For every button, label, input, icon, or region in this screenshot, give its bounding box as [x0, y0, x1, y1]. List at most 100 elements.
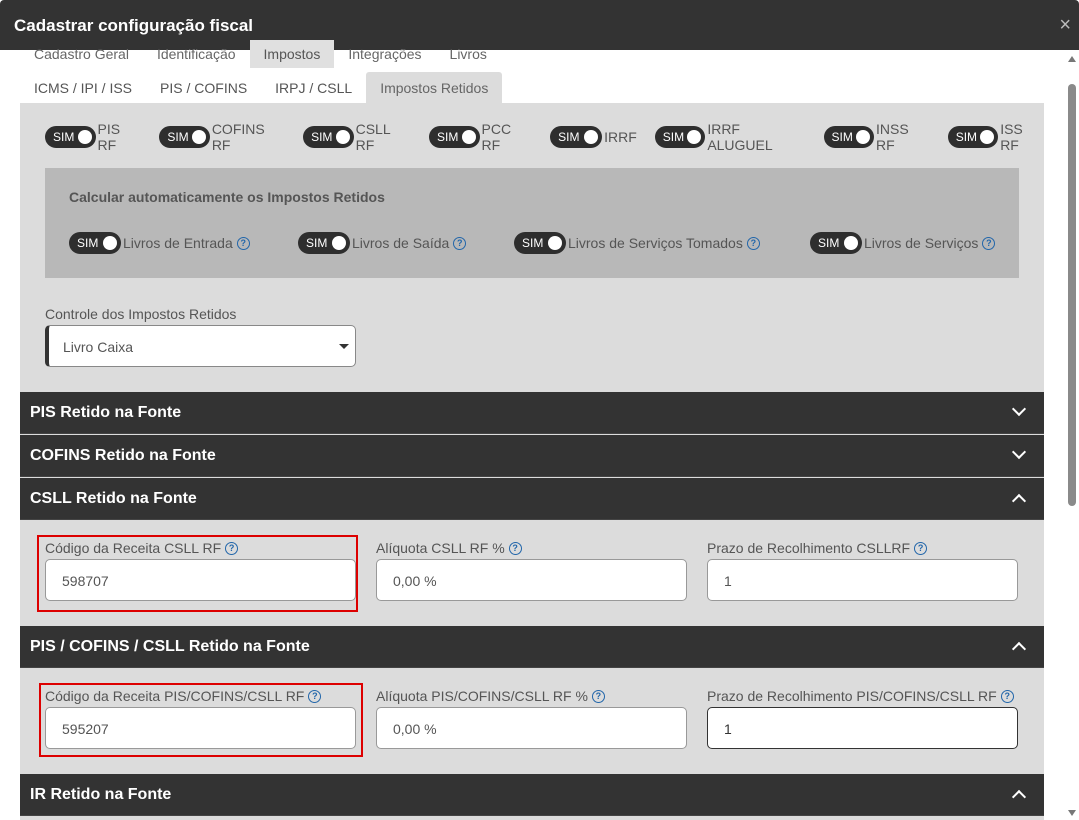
tab-irpj-csll[interactable]: IRPJ / CSLL: [261, 72, 366, 104]
section-pcc-retido[interactable]: PIS / COFINS / CSLL Retido na Fonte: [20, 626, 1044, 668]
toggle-switch[interactable]: SIM: [298, 232, 350, 254]
pcc-aliquota-input[interactable]: 0,00 %: [376, 707, 687, 749]
input-value: 598707: [62, 573, 109, 589]
field-label-text: Prazo de Recolhimento PIS/COFINS/CSLL RF: [707, 688, 997, 704]
toggle-knob: [584, 130, 599, 144]
section-ir-retido[interactable]: IR Retido na Fonte: [20, 774, 1044, 816]
toggle-switch[interactable]: SIM: [654, 126, 706, 148]
pcc-prazo-label: Prazo de Recolhimento PIS/COFINS/CSLL RF…: [707, 688, 1014, 704]
auto-calc-box: Calcular automaticamente os Impostos Ret…: [45, 168, 1019, 278]
toggle-knob: [103, 236, 117, 250]
modal-dialog: Cadastrar configuração fiscal × Cadastro…: [0, 0, 1079, 820]
toggle-label: Livros de Serviços: [864, 235, 979, 251]
toggle-iss-rf[interactable]: SIM ISS RF: [947, 121, 1044, 153]
impostos-retidos-panel: SIM PIS RF SIM COFINS RF SIM CSLL RF SIM…: [20, 103, 1044, 820]
csll-aliquota-input[interactable]: 0,00 %: [376, 559, 687, 601]
help-icon[interactable]: ?: [308, 689, 322, 703]
toggle-irrf-aluguel[interactable]: SIM IRRF ALUGUEL: [654, 121, 806, 153]
toggle-state: SIM: [77, 236, 99, 250]
toggle-state: SIM: [522, 236, 544, 250]
scroll-up-icon[interactable]: [1068, 56, 1076, 62]
toggle-switch[interactable]: SIM: [45, 126, 96, 148]
tab-pis-cofins[interactable]: PIS / COFINS: [146, 72, 261, 104]
window-title: Cadastrar configuração fiscal: [14, 16, 254, 35]
toggle-inss-rf[interactable]: SIM INSS RF: [823, 121, 930, 153]
auto-calc-header: Calcular automaticamente os Impostos Ret…: [69, 189, 385, 205]
toggle-switch[interactable]: SIM: [550, 126, 603, 148]
toggle-label: IRRF ALUGUEL: [707, 121, 773, 153]
tab-identificacao[interactable]: Identificação: [143, 40, 250, 68]
toggle-livros-saida[interactable]: SIM Livros de Saída ?: [298, 232, 467, 254]
scroll-down-icon[interactable]: [1068, 810, 1076, 816]
toggle-switch[interactable]: SIM: [429, 126, 480, 148]
scroll-thumb[interactable]: [1068, 84, 1076, 506]
toggle-state: SIM: [662, 130, 685, 144]
tab-cadastro-geral[interactable]: Cadastro Geral: [20, 40, 143, 68]
field-label-text: Alíquota PIS/COFINS/CSLL RF %: [376, 688, 588, 704]
csll-codigo-label: Código da Receita CSLL RF?: [45, 540, 239, 556]
section-cofins-retido[interactable]: COFINS Retido na Fonte: [20, 435, 1044, 477]
controle-label: Controle dos Impostos Retidos: [45, 306, 237, 322]
help-icon[interactable]: ?: [1000, 689, 1014, 703]
pcc-codigo-input[interactable]: 595207: [45, 707, 356, 749]
toggle-cofins-rf[interactable]: SIM COFINS RF: [159, 121, 285, 153]
tab-impostos[interactable]: Impostos: [249, 40, 335, 68]
field-label-text: Alíquota CSLL RF %: [376, 540, 505, 556]
toggle-knob: [335, 130, 350, 144]
toggle-livros-entrada[interactable]: SIM Livros de Entrada ?: [69, 232, 250, 254]
toggle-csll-rf[interactable]: SIM CSLL RF: [303, 121, 411, 153]
chevron-up-icon: [1011, 789, 1027, 805]
toggle-knob: [844, 236, 858, 250]
tab-impostos-retidos[interactable]: Impostos Retidos: [366, 72, 503, 104]
section-csll-retido[interactable]: CSLL Retido na Fonte: [20, 478, 1044, 520]
toggle-knob: [548, 236, 562, 250]
toggle-label: IRRF: [604, 129, 637, 145]
toggle-irrf[interactable]: SIM IRRF: [550, 126, 637, 148]
help-icon[interactable]: ?: [914, 541, 928, 555]
toggle-switch[interactable]: SIM: [947, 126, 999, 148]
controle-select-value: Livro Caixa: [63, 339, 134, 355]
toggle-pis-rf[interactable]: SIM PIS RF: [45, 121, 141, 153]
toggle-switch[interactable]: SIM: [303, 126, 354, 148]
csll-codigo-input[interactable]: 598707: [45, 559, 356, 601]
toggle-switch[interactable]: SIM: [159, 126, 210, 148]
help-icon[interactable]: ?: [746, 236, 760, 250]
toggle-livros-servicos-tomados[interactable]: SIM Livros de Serviços Tomados ?: [514, 232, 760, 254]
pcc-aliquota-label: Alíquota PIS/COFINS/CSLL RF %?: [376, 688, 605, 704]
help-icon[interactable]: ?: [236, 236, 250, 250]
vertical-scrollbar[interactable]: [1065, 50, 1079, 820]
toggle-pcc-rf[interactable]: SIM PCC RF: [429, 121, 532, 153]
tab-integracoes[interactable]: Integrações: [334, 40, 435, 68]
input-value: 1: [724, 721, 732, 737]
toggle-label: PCC RF: [481, 121, 512, 153]
toggle-livros-servicos[interactable]: SIM Livros de Serviços ?: [810, 232, 996, 254]
close-icon[interactable]: ×: [1059, 15, 1071, 35]
help-icon[interactable]: ?: [591, 689, 605, 703]
help-icon[interactable]: ?: [982, 236, 996, 250]
chevron-down-icon: [1011, 401, 1027, 417]
pcc-prazo-input[interactable]: 1: [707, 707, 1018, 749]
toggle-switch[interactable]: SIM: [823, 126, 875, 148]
help-icon[interactable]: ?: [225, 541, 239, 555]
primary-tabs: Cadastro Geral Identificação Impostos In…: [20, 40, 501, 68]
retention-toggles: SIM PIS RF SIM COFINS RF SIM CSLL RF SIM…: [45, 121, 1044, 153]
field-label-text: Prazo de Recolhimento CSLLRF: [707, 540, 911, 556]
toggle-state: SIM: [167, 130, 189, 144]
controle-select[interactable]: Livro Caixa: [45, 325, 356, 367]
help-icon[interactable]: ?: [508, 541, 522, 555]
section-title: PIS / COFINS / CSLL Retido na Fonte: [30, 638, 310, 655]
tab-livros[interactable]: Livros: [436, 40, 501, 68]
toggle-label: COFINS RF: [211, 121, 265, 153]
csll-aliquota-label: Alíquota CSLL RF %?: [376, 540, 522, 556]
input-value: 0,00 %: [393, 721, 437, 737]
toggle-switch[interactable]: SIM: [69, 232, 121, 254]
toggle-switch[interactable]: SIM: [514, 232, 566, 254]
tab-icms-ipi-iss[interactable]: ICMS / IPI / ISS: [20, 72, 146, 104]
csll-prazo-label: Prazo de Recolhimento CSLLRF?: [707, 540, 928, 556]
input-value: 0,00 %: [393, 573, 437, 589]
toggle-switch[interactable]: SIM: [810, 232, 862, 254]
section-pis-retido[interactable]: PIS Retido na Fonte: [20, 392, 1044, 434]
section-title: IR Retido na Fonte: [30, 786, 172, 803]
csll-prazo-input[interactable]: 1: [707, 559, 1018, 601]
help-icon[interactable]: ?: [453, 236, 467, 250]
